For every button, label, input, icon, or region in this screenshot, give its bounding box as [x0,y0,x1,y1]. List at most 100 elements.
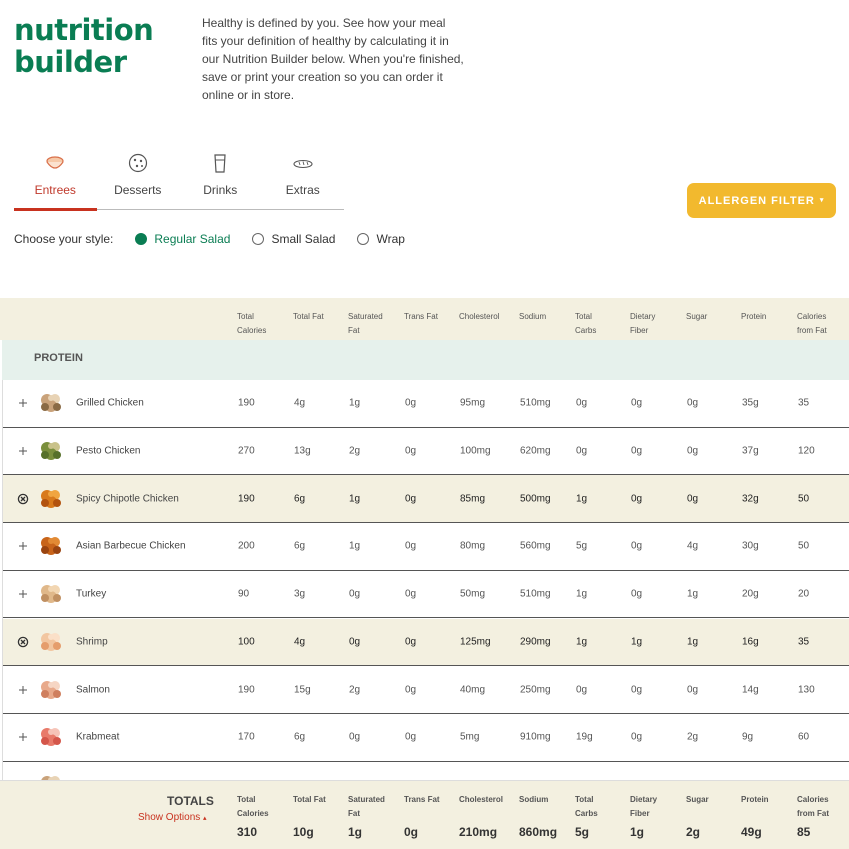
turkey-icon [41,585,61,604]
totals-bar: TOTALS Show Options ▴ Total Calories 310 To… [0,780,849,849]
nutrition-table-rows[interactable]: Grilled Chicken 190 4g 1g 0g 95mg 510mg 0g 0g 0g 3… [2,380,849,780]
section-title: PROTEIN [34,352,83,364]
column-header-line: Total Fat [293,312,324,321]
table-cell: 13g [294,445,311,457]
add-icon[interactable] [17,397,29,409]
table-cell: 50mg [460,588,486,600]
table-cell: 1g [687,588,699,600]
add-icon[interactable] [17,588,29,600]
spicy-chipotle-chicken-icon [41,489,61,508]
column-header-line: Fiber [630,809,650,818]
allergen-filter-button[interactable]: ALLERGEN FILTER ▾ [687,183,836,218]
table-cell: 290mg [520,636,551,648]
cup-icon [214,154,226,173]
totals-column-header: Calories from Fat [797,793,849,821]
table-row[interactable]: Shrimp 100 4g 0g 0g 125mg 290mg 1g 1g 1g 16g 35 [3,618,849,667]
table-cell: 120 [798,445,815,457]
tab-label: Entrees [34,183,76,197]
table-cell: 0g [349,588,361,600]
item-name: Turkey [76,588,107,600]
column-header: Total Calories [237,310,289,338]
table-row[interactable]: Krabmeat 170 6g 0g 0g 5mg 910mg 19g 0g 2g 9g 60 [3,713,849,762]
table-row[interactable]: Turkey 90 3g 0g 0g 50mg 510mg 1g 0g 1g 20g 20 [3,570,849,619]
column-header: Cholesterol [459,310,511,324]
table-cell: 0g [687,684,699,696]
totals-value: 1g [630,825,645,839]
table-cell: 100 [238,636,255,648]
column-header-line: Fat [348,809,360,818]
table-row[interactable]: Asian Barbecue Chicken 200 6g 1g 0g 80mg 560mg… [3,523,849,571]
column-header-line: Sugar [686,312,708,321]
section-header-protein: PROTEIN [2,340,849,380]
show-options-label: Show Options [138,812,201,823]
table-cell: 35 [798,636,810,648]
remove-icon[interactable] [17,493,29,505]
table-row[interactable]: Spicy Chipotle Chicken 190 6g 1g 0g 85mg 500mg… [3,475,849,524]
table-row-partial [3,761,849,780]
table-cell: 250mg [520,684,551,696]
table-cell: 90 [238,588,250,600]
totals-value: 860mg [519,825,558,839]
brand-line-1: nutrition [14,13,154,47]
table-row[interactable]: Grilled Chicken 190 4g 1g 0g 95mg 510mg 0g 0g 0g 3… [3,380,849,428]
column-header-line: Calories [797,795,829,804]
totals-value: 310 [237,825,258,839]
totals-value: 49g [741,825,762,839]
table-cell: 510mg [520,588,551,600]
remove-icon[interactable] [17,636,29,648]
add-icon[interactable] [17,540,29,552]
column-header-line: Total [237,795,256,804]
table-cell: 0g [631,445,643,457]
tab-label: Extras [285,183,320,197]
table-cell: 95mg [460,397,486,409]
item-name: Salmon [76,684,110,696]
column-header-line: Cholesterol [459,795,504,804]
show-options-link[interactable]: Show Options ▴ [138,812,207,823]
table-row[interactable]: Salmon 190 15g 2g 0g 40mg 250mg 0g 0g 0g 14g 130 [3,666,849,714]
table-cell: 0g [576,397,588,409]
tab-extras[interactable]: Extras [262,148,345,210]
tab-desserts[interactable]: Desserts [97,148,180,210]
table-cell: 0g [631,493,643,505]
column-header-line: Total [237,312,254,321]
add-icon[interactable] [17,684,29,696]
asian-bbq-chicken-icon [41,537,61,556]
style-option-regular-salad[interactable]: Regular Salad [135,232,230,246]
item-name: Pesto Chicken [76,445,141,457]
add-icon[interactable] [17,731,29,743]
totals-value: 2g [686,825,701,839]
style-option-wrap[interactable]: Wrap [357,232,405,246]
add-icon[interactable] [17,445,29,457]
table-cell: 20g [742,588,759,600]
table-cell: 1g [349,397,361,409]
column-header: Sugar [686,310,738,324]
radio-selected-icon [135,233,148,245]
column-header-line: Total [575,312,592,321]
column-header: Dietary Fiber [630,310,682,338]
table-cell: 0g [631,731,643,743]
radio-icon [252,233,265,245]
tab-drinks[interactable]: Drinks [179,148,262,210]
table-cell: 50 [798,493,810,505]
item-name: Asian Barbecue Chicken [76,540,186,552]
table-cell: 1g [576,636,588,648]
totals-column-header: Cholesterol [459,793,511,807]
default [41,775,60,780]
column-header-line: Sugar [686,795,709,804]
table-cell: 6g [294,731,306,743]
column-header-line: Calories [797,312,827,321]
table-cell: 0g [405,397,417,409]
item-name: Grilled Chicken [76,397,144,409]
radio-icon [357,233,370,245]
table-cell: 80mg [460,540,486,552]
column-header: Calories from Fat [797,310,849,338]
table-cell: 37g [742,445,759,457]
column-header-line: Calories [237,326,267,335]
cookie-icon [128,153,147,173]
table-row[interactable]: Pesto Chicken 270 13g 2g 0g 100mg 620mg 0g 0g 0g 3… [3,427,849,476]
style-option-small-salad[interactable]: Small Salad [252,232,335,246]
totals-column-header: Protein [741,793,793,807]
tab-entrees[interactable]: Entrees [14,148,97,211]
salmon-icon [41,680,61,699]
table-cell: 270 [238,445,255,457]
